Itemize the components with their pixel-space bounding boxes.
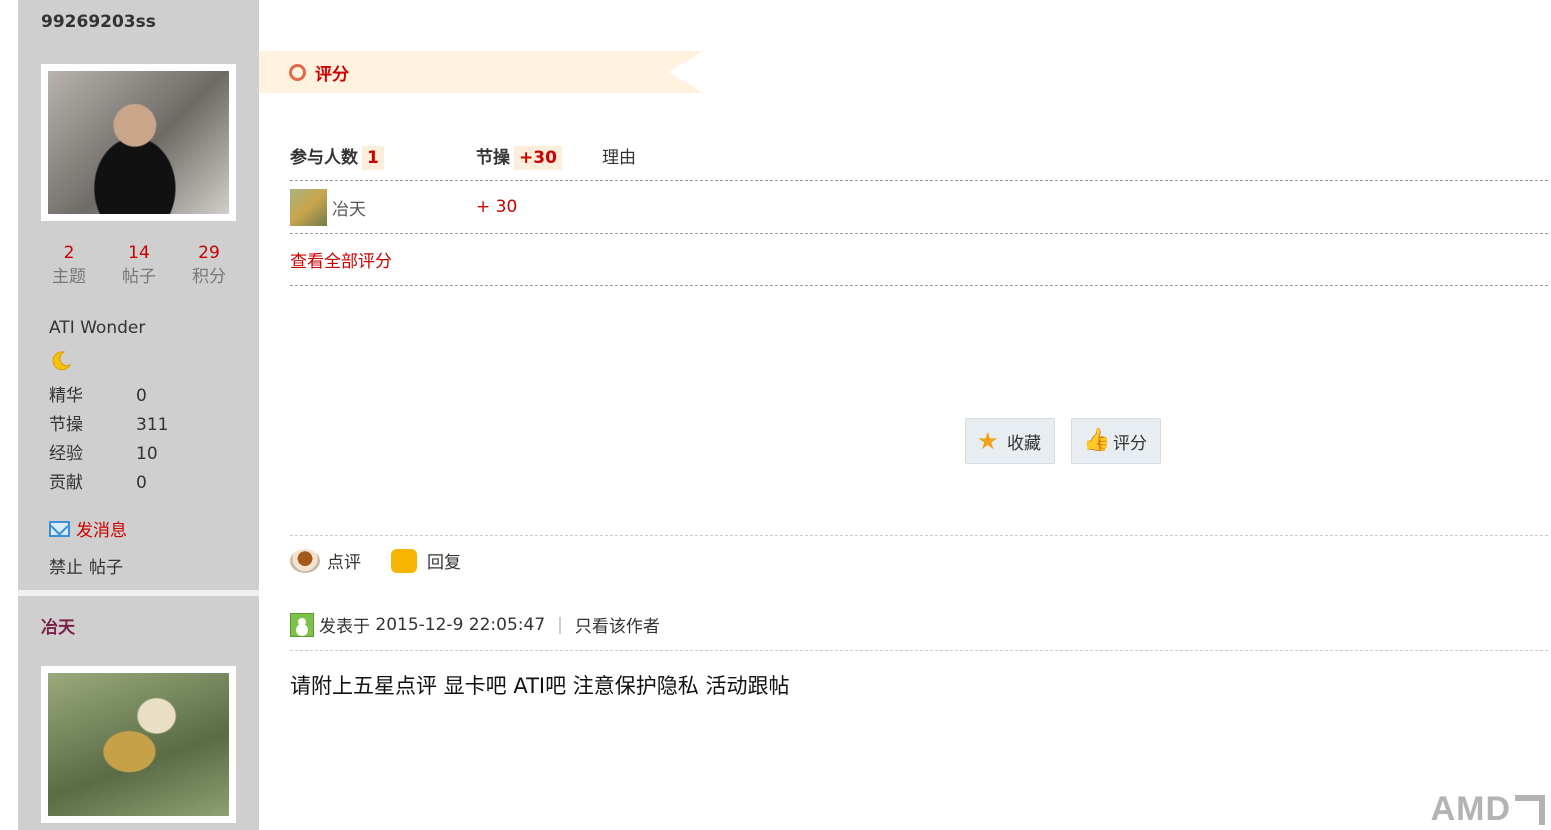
author-avatar[interactable] bbox=[41, 64, 236, 221]
online-status-icon bbox=[290, 612, 314, 637]
rate-label: 评分 bbox=[1113, 433, 1147, 454]
amd-watermark-text: AMD bbox=[1430, 790, 1511, 828]
ring-icon bbox=[289, 63, 306, 81]
field-key: 节操 bbox=[49, 415, 83, 435]
participants: 参与人数 1 bbox=[290, 143, 476, 170]
post-meta: 发表于 2015-12-9 22:05:47 | 只看该作者 bbox=[290, 612, 660, 637]
comment-icon bbox=[290, 548, 320, 573]
user-posts-link[interactable]: 帖子 bbox=[89, 558, 123, 578]
post-body: 请附上五星点评 显卡吧 ATI吧 注意保护隐私 活动跟帖 bbox=[290, 674, 790, 698]
rate-button[interactable]: 👍 评分 bbox=[1071, 418, 1161, 464]
stat-label: 主题 bbox=[52, 267, 86, 287]
field-row: 精华 0 bbox=[49, 384, 229, 413]
field-value: 10 bbox=[136, 444, 158, 464]
participants-label: 参与人数 bbox=[290, 147, 358, 168]
amd-arrow-icon bbox=[1515, 794, 1545, 825]
rater-name[interactable]: 冶天 bbox=[332, 195, 366, 220]
stat-posts[interactable]: 14 帖子 bbox=[104, 242, 174, 290]
favorite-label: 收藏 bbox=[1007, 433, 1041, 454]
stat-value: 29 bbox=[198, 243, 220, 263]
reply-icon bbox=[391, 548, 417, 573]
posted-time: 2015-12-9 22:05:47 bbox=[375, 614, 546, 635]
field-value: 0 bbox=[136, 386, 147, 406]
view-all-ratings-link[interactable]: 查看全部评分 bbox=[290, 247, 392, 272]
author-profile-fields: 精华 0 节操 311 经验 10 贡献 0 bbox=[49, 384, 229, 500]
rating-banner: 评分 bbox=[259, 51, 704, 93]
participants-count: 1 bbox=[362, 145, 384, 170]
jiecao-label: 节操 bbox=[476, 147, 510, 168]
star-icon: ★ bbox=[977, 427, 999, 455]
field-value: 311 bbox=[136, 415, 169, 435]
field-key: 精华 bbox=[49, 386, 83, 406]
avatar-image bbox=[48, 673, 229, 816]
jiecao-total: 节操 +30 bbox=[476, 143, 602, 170]
rating-table: 参与人数 1 节操 +30 理由 冶天 + 30 查看全部评分 bbox=[290, 130, 1548, 286]
reason-label: 理由 bbox=[602, 147, 636, 168]
author-stats: 2 主题 14 帖子 29 积分 bbox=[34, 242, 244, 290]
stat-points[interactable]: 29 积分 bbox=[174, 242, 244, 290]
favorite-button[interactable]: ★ 收藏 bbox=[965, 418, 1055, 464]
rating-title: 评分 bbox=[315, 64, 349, 85]
user-group[interactable]: ATI Wonder bbox=[49, 318, 145, 338]
comment-link[interactable]: 点评 bbox=[327, 548, 361, 573]
moderation-links: 禁止 帖子 bbox=[49, 553, 129, 578]
send-message-label: 发消息 bbox=[76, 521, 127, 541]
mail-icon bbox=[49, 520, 70, 537]
author-avatar[interactable] bbox=[41, 666, 236, 823]
stat-value: 2 bbox=[63, 243, 75, 263]
avatar-image bbox=[48, 71, 229, 214]
rater[interactable]: 冶天 bbox=[290, 188, 476, 226]
meta-separator: | bbox=[557, 614, 563, 635]
field-row: 经验 10 bbox=[49, 442, 229, 471]
page-edge bbox=[0, 0, 18, 830]
only-author-link[interactable]: 只看该作者 bbox=[575, 612, 660, 637]
jiecao-value: +30 bbox=[514, 145, 562, 170]
ban-link[interactable]: 禁止 bbox=[49, 558, 83, 578]
rating-score: + 30 bbox=[476, 197, 518, 217]
send-message-link[interactable]: 发消息 bbox=[49, 516, 127, 541]
field-row: 节操 311 bbox=[49, 413, 229, 442]
field-value: 0 bbox=[136, 473, 147, 493]
posted-prefix: 发表于 bbox=[319, 617, 370, 637]
stat-threads[interactable]: 2 主题 bbox=[34, 242, 104, 290]
field-row: 贡献 0 bbox=[49, 471, 229, 500]
amd-watermark: AMD bbox=[1431, 790, 1545, 829]
rating-footer: 查看全部评分 bbox=[290, 234, 1548, 286]
reply-link[interactable]: 回复 bbox=[427, 548, 461, 573]
author-name[interactable]: 冶天 bbox=[41, 613, 75, 638]
field-key: 贡献 bbox=[49, 473, 83, 493]
post-actions: 点评 回复 bbox=[290, 548, 461, 573]
rater-avatar[interactable] bbox=[290, 188, 327, 226]
stat-label: 积分 bbox=[192, 267, 226, 287]
thumbs-up-icon: 👍 bbox=[1083, 428, 1111, 453]
rating-row: 冶天 + 30 bbox=[290, 181, 1548, 234]
moon-icon bbox=[52, 351, 72, 371]
sidebar-divider bbox=[18, 590, 259, 596]
stat-value: 14 bbox=[128, 243, 150, 263]
rating-header: 参与人数 1 节操 +30 理由 bbox=[290, 130, 1548, 181]
post-main: 评分 参与人数 1 节操 +30 理由 冶天 + 30 查看全部评分 ★ 收藏 👍 bbox=[259, 0, 1551, 830]
author-name[interactable]: 99269203ss bbox=[41, 12, 156, 32]
post-footer-divider bbox=[290, 535, 1548, 536]
stat-label: 帖子 bbox=[122, 267, 156, 287]
field-key: 经验 bbox=[49, 444, 83, 464]
meta-divider bbox=[290, 650, 1548, 651]
